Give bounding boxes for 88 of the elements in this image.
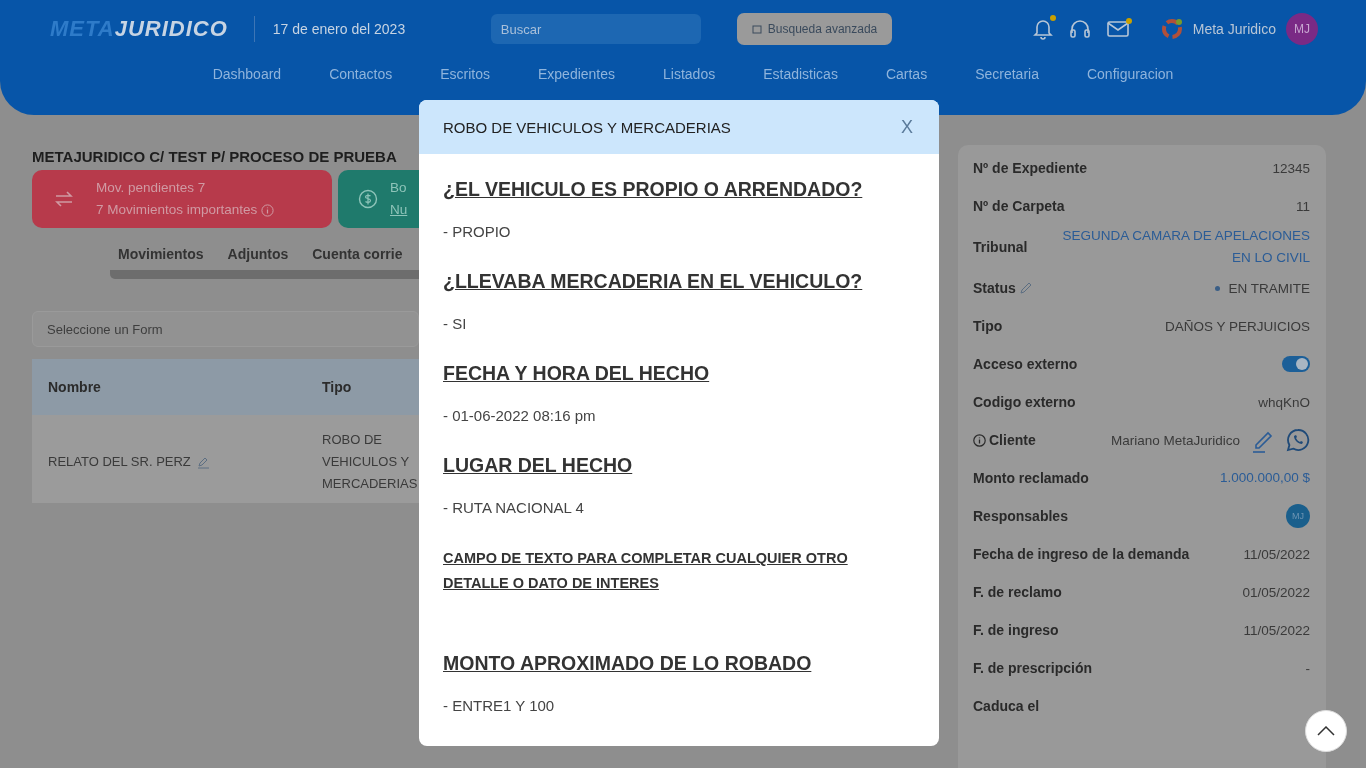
pending-movements-card[interactable]: Mov. pendientes 7 7 Movimientos importantes <box>32 170 332 228</box>
balance-card[interactable]: Bo Nu <box>338 170 419 228</box>
search-field[interactable]: Buscar <box>490 14 701 44</box>
section-tab[interactable]: Adjuntos <box>219 244 297 270</box>
nav-link[interactable]: Escritos <box>416 58 514 90</box>
swap-arrows-icon <box>54 191 74 207</box>
detail-value: 12345 <box>1272 160 1310 176</box>
detail-label: F. de ingreso <box>973 622 1059 638</box>
form-select[interactable]: Seleccione un Form <box>32 311 419 347</box>
important-count: 7 Movimientos importantes <box>96 201 258 219</box>
toggle-switch[interactable] <box>1282 356 1310 372</box>
nav-link[interactable]: Listados <box>639 58 740 90</box>
column-header: Nombre <box>48 379 102 395</box>
detail-value: - <box>1305 660 1310 676</box>
pencil-icon[interactable] <box>1018 281 1033 295</box>
column-header: Tipo <box>322 379 353 395</box>
detail-label: F. de reclamo <box>973 584 1062 600</box>
detail-label: Tribunal <box>973 239 1028 255</box>
detail-label: Monto reclamado <box>973 470 1089 486</box>
question-heading: CAMPO DE TEXTO PARA COMPLETAR CUALQUIER OTRO DETALLE O DATO DE INTERES <box>443 549 849 593</box>
info-icon <box>973 433 986 447</box>
question-heading: ¿LLEVABA MERCADERIA EN EL VEHICULO? <box>443 270 864 293</box>
detail-label: Responsables <box>973 508 1068 524</box>
pencil-icon[interactable] <box>196 455 210 469</box>
detail-link[interactable]: 1.000.000,00 $ <box>1219 467 1310 489</box>
detail-link[interactable]: SEGUNDA CAMARA DE APELACIONES EN LO CIVIL <box>1040 225 1310 269</box>
whatsapp-icon[interactable] <box>1286 428 1310 452</box>
bell-icon[interactable] <box>1032 18 1053 40</box>
chevron-up-icon <box>1317 726 1335 736</box>
notification-dot-icon <box>1049 15 1056 21</box>
answer-text: - PROPIO <box>443 223 512 240</box>
detail-label: F. de prescripción <box>973 660 1093 676</box>
notification-dot-icon <box>1125 18 1132 24</box>
table-cell-text: RELATO DEL SR. PERZ <box>48 453 191 471</box>
question-heading: MONTO APROXIMADO DE LO ROBADO <box>443 652 813 675</box>
calendar-icon <box>751 24 762 34</box>
client-name: Mariano MetaJuridico <box>1110 432 1240 448</box>
nav-link[interactable]: Expedientes <box>514 58 640 90</box>
colored-ring-icon <box>1160 18 1183 40</box>
detail-value: 01/05/2022 <box>1242 584 1310 600</box>
status-value: EN TRAMITE <box>1228 280 1310 296</box>
table-cell-text: ROBO DE VEHICULOS Y MERCADERIAS <box>322 431 419 493</box>
status-dot-icon <box>1215 285 1221 291</box>
advanced-search-button[interactable]: Busqueda avanzada <box>736 13 893 45</box>
question-heading: LUGAR DEL HECHO <box>443 454 634 477</box>
dialog-title: ROBO DE VEHICULOS Y MERCADERIAS <box>443 118 731 136</box>
detail-value: DAÑOS Y PERJUICIOS <box>1164 318 1310 334</box>
nav-link[interactable]: Estadisticas <box>739 58 862 90</box>
balance-link[interactable]: Nu <box>390 199 408 221</box>
question-heading: FECHA Y HORA DEL HECHO <box>443 362 711 385</box>
nav-link[interactable]: Contactos <box>305 58 417 90</box>
section-tab[interactable]: Cuenta corrie <box>304 244 411 270</box>
detail-label: Cliente <box>989 432 1036 448</box>
detail-label: Nº de Carpeta <box>973 198 1065 214</box>
headset-icon[interactable] <box>1068 19 1091 39</box>
answer-text: - ENTRE1 Y 100 <box>443 697 556 714</box>
nav-link[interactable]: Cartas <box>861 58 952 90</box>
detail-label: Codigo externo <box>973 394 1076 410</box>
detail-value: 11/05/2022 <box>1243 622 1310 638</box>
mail-icon[interactable] <box>1106 21 1129 37</box>
pending-count: Mov. pendientes 7 <box>96 179 207 197</box>
answer-text: - 01-06-2022 08:16 pm <box>443 407 597 424</box>
close-button[interactable]: X <box>895 115 919 139</box>
detail-label: Fecha de ingreso de la demanda <box>973 546 1190 562</box>
case-title: METAJURIDICO C/ TEST P/ PROCESO DE PRUEBA <box>32 148 398 165</box>
answer-text: - RUTA NACIONAL 4 <box>443 499 585 516</box>
nav-link[interactable]: Dashboard <box>188 58 306 90</box>
question-heading: ¿EL VEHICULO ES PROPIO O ARRENDADO? <box>443 178 864 201</box>
info-icon <box>261 203 275 217</box>
dollar-coin-icon <box>358 189 378 209</box>
detail-label: Acceso externo <box>973 356 1078 372</box>
detail-label: Nº de Expediente <box>973 160 1088 176</box>
detail-value: whqKnO <box>1258 394 1310 410</box>
detail-label: Status <box>973 280 1016 296</box>
answer-text: - SI <box>443 315 468 332</box>
user-avatar[interactable]: MJ <box>1286 13 1318 45</box>
detail-label: Tipo <box>973 318 1003 334</box>
detail-label: Caduca el <box>973 698 1040 714</box>
nav-link[interactable]: Secretaria <box>951 58 1063 90</box>
user-avatar: MJ <box>1286 504 1310 528</box>
table-row[interactable]: RELATO DEL SR. PERZ ROBO DE VEHICULOS Y MERCADERIAS <box>32 415 419 503</box>
detail-value: 11 <box>1296 198 1310 214</box>
balance-label: Bo <box>390 179 408 197</box>
section-tab[interactable]: Movimientos <box>110 244 212 270</box>
current-date: 17 de enero del 2023 <box>272 21 407 37</box>
detail-value: 11/05/2022 <box>1243 546 1310 562</box>
nav-link[interactable]: Configuracion <box>1062 58 1198 90</box>
user-name: Meta Juridico <box>1192 21 1276 37</box>
